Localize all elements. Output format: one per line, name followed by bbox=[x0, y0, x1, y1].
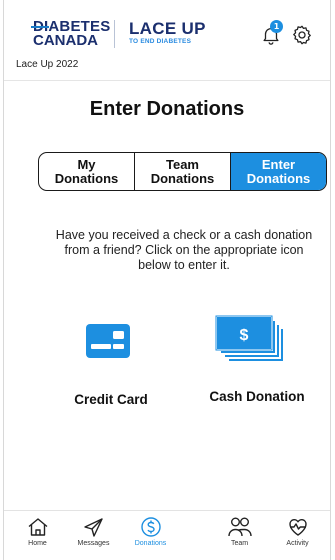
nav-item-donations[interactable]: Donations bbox=[123, 510, 178, 560]
header-divider bbox=[4, 80, 330, 81]
tab-team-donations-line2: Donations bbox=[150, 170, 215, 186]
bottom-nav: Home Messages Donations Team Activity bbox=[4, 510, 330, 560]
nav-item-team[interactable]: Team bbox=[212, 510, 267, 560]
tab-team-donations-line1: Team bbox=[166, 156, 199, 172]
cash-donation-label: Cash Donation bbox=[209, 389, 305, 404]
nav-messages-label: Messages bbox=[77, 540, 110, 547]
logo-tagline-text: TO END DIABETES bbox=[129, 38, 192, 45]
cash-icon: $ bbox=[215, 315, 285, 363]
logo-divider bbox=[114, 20, 115, 48]
nav-activity-label: Activity bbox=[286, 540, 309, 547]
tab-enter-donations-line2: Donations bbox=[246, 170, 311, 186]
credit-card-icon bbox=[86, 324, 130, 358]
page-title: Enter Donations bbox=[89, 98, 245, 120]
tab-my-donations-line1: My bbox=[77, 156, 96, 172]
gear-icon[interactable] bbox=[291, 24, 313, 46]
credit-card-label: Credit Card bbox=[74, 392, 148, 407]
event-name: Lace Up 2022 bbox=[16, 59, 79, 70]
nav-home-label: Home bbox=[28, 540, 47, 547]
heart-pulse-icon bbox=[288, 519, 307, 536]
notification-badge: 1 bbox=[270, 20, 283, 33]
tab-my-donations-line2: Donations bbox=[54, 170, 119, 186]
nav-team-label: Team bbox=[230, 540, 249, 547]
logo-canada-text: CANADA bbox=[33, 32, 98, 49]
team-icon bbox=[227, 517, 252, 537]
app-frame: DIABETES CANADA LACE UP TO END DIABETES … bbox=[3, 0, 331, 560]
app-header: DIABETES CANADA LACE UP TO END DIABETES … bbox=[4, 0, 330, 80]
tab-team-donations[interactable]: Team Donations bbox=[134, 153, 230, 190]
tab-enter-donations[interactable]: Enter Donations bbox=[230, 153, 326, 190]
dollar-icon bbox=[140, 517, 161, 537]
tab-my-donations[interactable]: My Donations bbox=[39, 153, 134, 190]
tab-enter-donations-line1: Enter bbox=[261, 156, 296, 172]
dollar-symbol: $ bbox=[240, 327, 249, 344]
diabetes-canada-logo: DIABETES CANADA bbox=[30, 18, 111, 49]
credit-card-button[interactable]: Credit Card bbox=[46, 240, 176, 410]
nav-donations-label: Donations bbox=[134, 540, 167, 547]
send-icon bbox=[83, 518, 103, 537]
nav-item-home[interactable]: Home bbox=[10, 510, 65, 560]
nav-item-activity[interactable]: Activity bbox=[270, 510, 325, 560]
nav-item-messages[interactable]: Messages bbox=[66, 510, 121, 560]
home-icon bbox=[28, 518, 47, 536]
logo-diabetes-text: DIABETES bbox=[30, 18, 111, 35]
cash-donation-button[interactable]: $ Cash Donation bbox=[192, 240, 322, 410]
donation-tabs: My Donations Team Donations Enter Donations bbox=[38, 152, 327, 191]
lace-up-logo: LACE UP TO END DIABETES bbox=[129, 20, 206, 45]
logo-laceup-text: LACE UP bbox=[129, 19, 206, 38]
